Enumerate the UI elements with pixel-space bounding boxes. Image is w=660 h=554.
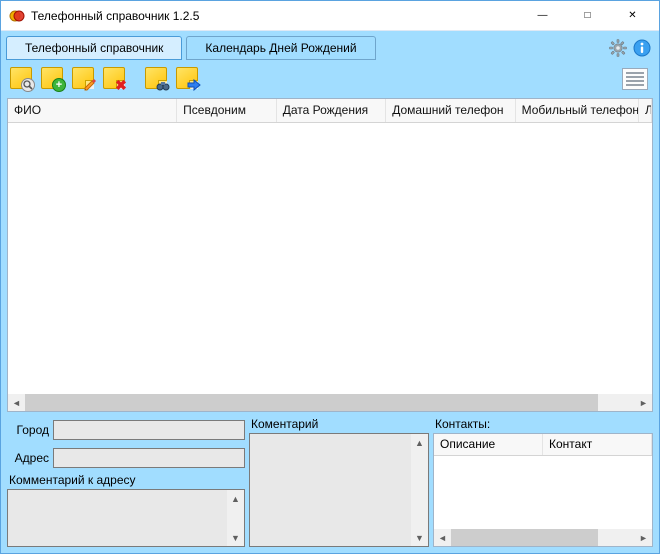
- titlebar: Телефонный справочник 1.2.5 — □ ✕: [1, 1, 659, 31]
- minimize-button[interactable]: —: [520, 2, 565, 30]
- view-list-button[interactable]: [622, 68, 648, 90]
- binoculars-icon: [156, 78, 170, 92]
- scroll-down-arrow[interactable]: ▼: [227, 529, 244, 546]
- address-label: Адрес: [7, 451, 53, 465]
- add-button[interactable]: +: [39, 65, 67, 93]
- scroll-thumb[interactable]: [451, 529, 598, 546]
- address-comment-textarea[interactable]: ▲ ▼: [7, 489, 245, 547]
- tab-phonebook[interactable]: Телефонный справочник: [6, 36, 182, 60]
- contacts-body[interactable]: [434, 456, 652, 529]
- find-button[interactable]: [8, 65, 36, 93]
- h-scrollbar[interactable]: ◄ ►: [434, 529, 652, 546]
- col-overflow[interactable]: Л: [639, 99, 652, 122]
- tab-bar: Телефонный справочник Календарь Дней Рож…: [2, 32, 658, 60]
- x-icon: ✖: [114, 78, 128, 92]
- col-nick[interactable]: Псевдоним: [177, 99, 277, 122]
- settings-button[interactable]: [608, 38, 628, 58]
- table-header: ФИО Псевдоним Дата Рождения Домашний тел…: [8, 99, 652, 123]
- maximize-button[interactable]: □: [565, 2, 610, 30]
- contacts-table: ФИО Псевдоним Дата Рождения Домашний тел…: [7, 98, 653, 412]
- col-fio[interactable]: ФИО: [8, 99, 177, 122]
- col-mobile[interactable]: Мобильный телефон: [516, 99, 639, 122]
- export-button[interactable]: [174, 65, 202, 93]
- app-window: Телефонный справочник 1.2.5 — □ ✕ Телефо…: [0, 0, 660, 554]
- col-description[interactable]: Описание: [434, 434, 543, 455]
- scroll-thumb[interactable]: [25, 394, 598, 411]
- scroll-track[interactable]: [25, 394, 635, 411]
- col-contact[interactable]: Контакт: [543, 434, 652, 455]
- client-area: Телефонный справочник Календарь Дней Рож…: [1, 31, 659, 553]
- info-button[interactable]: [632, 38, 652, 58]
- city-input[interactable]: [53, 420, 245, 440]
- search-all-button[interactable]: [143, 65, 171, 93]
- plus-icon: +: [52, 78, 66, 92]
- address-panel: Город Адрес Комментарий к адресу ▲ ▼: [7, 416, 245, 547]
- scroll-right-arrow[interactable]: ►: [635, 529, 652, 546]
- scroll-left-arrow[interactable]: ◄: [434, 529, 451, 546]
- scroll-down-arrow[interactable]: ▼: [411, 529, 428, 546]
- tab-birthdays[interactable]: Календарь Дней Рождений: [186, 36, 375, 60]
- toolbar: + ✖: [2, 60, 658, 98]
- contacts-panel: Контакты: Описание Контакт ◄ ►: [433, 416, 653, 547]
- delete-button[interactable]: ✖: [101, 65, 129, 93]
- comment-textarea[interactable]: ▲ ▼: [249, 433, 429, 547]
- app-icon: [9, 8, 25, 24]
- scroll-track[interactable]: [451, 529, 635, 546]
- comment-panel: Коментарий ▲ ▼: [249, 416, 429, 547]
- arrow-right-icon: [187, 78, 201, 92]
- address-comment-label: Комментарий к адресу: [7, 472, 245, 489]
- col-dob[interactable]: Дата Рождения: [277, 99, 386, 122]
- address-input[interactable]: [53, 448, 245, 468]
- detail-panels: Город Адрес Комментарий к адресу ▲ ▼: [2, 416, 658, 552]
- close-button[interactable]: ✕: [610, 2, 655, 30]
- table-body[interactable]: [8, 123, 652, 394]
- contacts-label: Контакты:: [433, 416, 653, 433]
- gear-icon: [609, 39, 627, 57]
- scroll-left-arrow[interactable]: ◄: [8, 394, 25, 411]
- col-home[interactable]: Домашний телефон: [386, 99, 515, 122]
- h-scrollbar[interactable]: ◄ ►: [8, 394, 652, 411]
- v-scrollbar[interactable]: ▲ ▼: [411, 434, 428, 546]
- comment-label: Коментарий: [249, 416, 429, 433]
- info-icon: [633, 39, 651, 57]
- contacts-subtable: Описание Контакт ◄ ►: [433, 433, 653, 547]
- edit-button[interactable]: [70, 65, 98, 93]
- scroll-up-arrow[interactable]: ▲: [227, 490, 244, 507]
- contacts-header: Описание Контакт: [434, 434, 652, 456]
- scroll-up-arrow[interactable]: ▲: [411, 434, 428, 451]
- pencil-icon: [83, 78, 97, 92]
- magnifier-icon: [21, 78, 35, 92]
- v-scrollbar[interactable]: ▲ ▼: [227, 490, 244, 546]
- city-label: Город: [7, 423, 53, 437]
- window-title: Телефонный справочник 1.2.5: [31, 9, 520, 23]
- scroll-right-arrow[interactable]: ►: [635, 394, 652, 411]
